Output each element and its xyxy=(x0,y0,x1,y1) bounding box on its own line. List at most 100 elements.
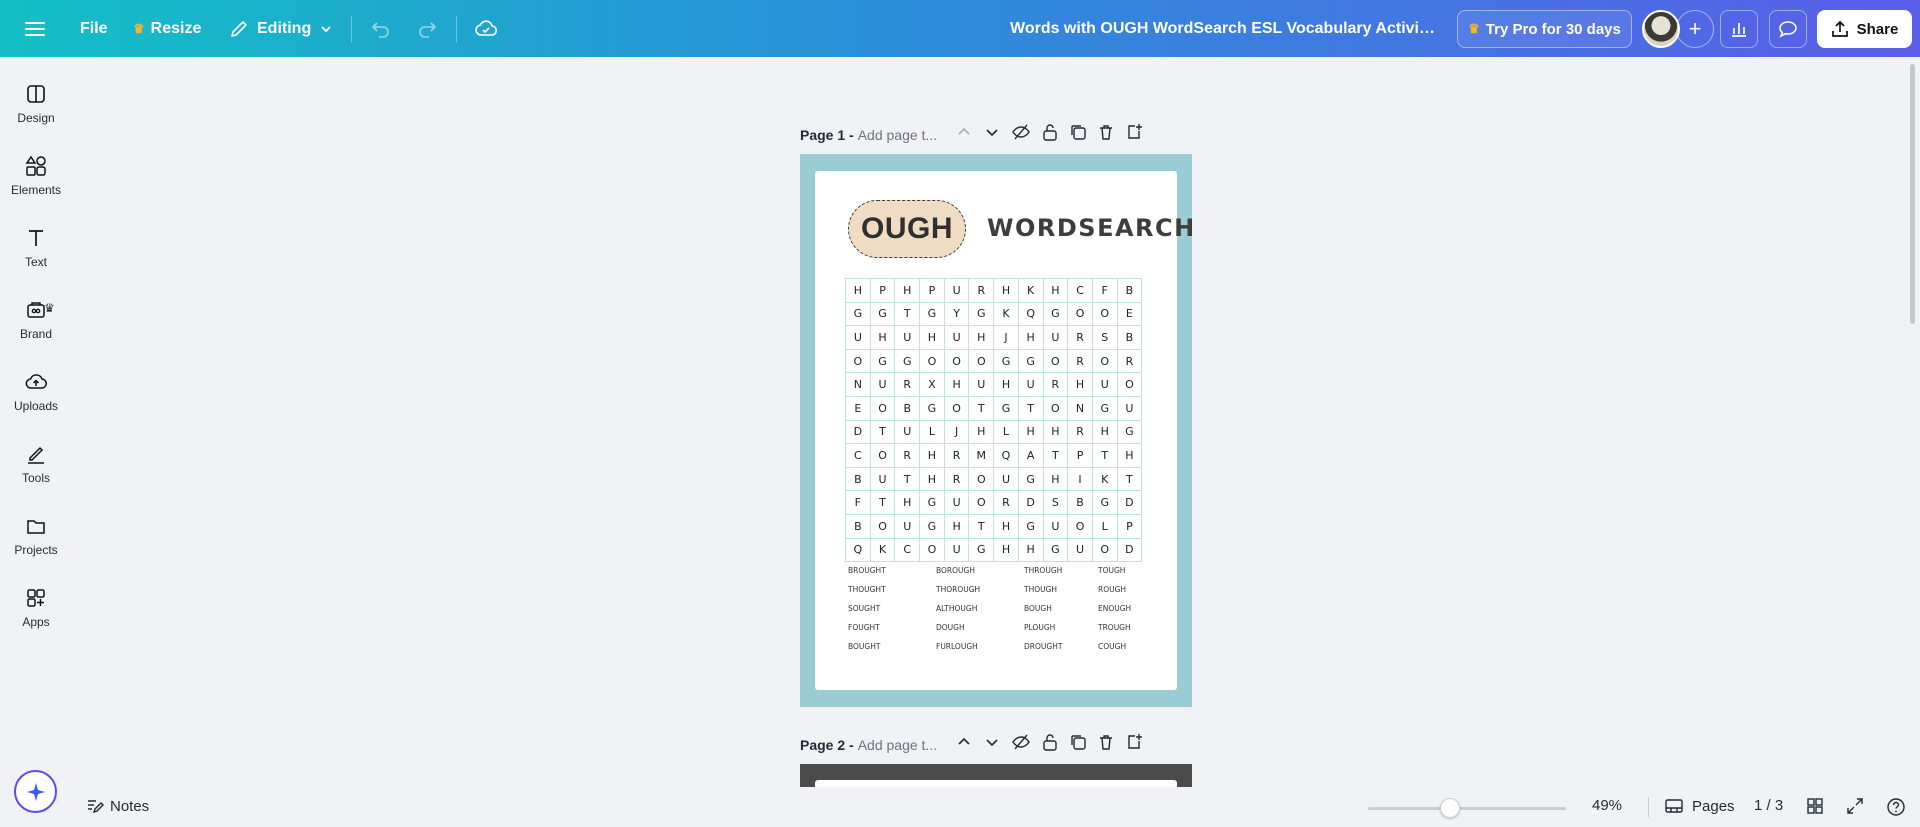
grid-letter: O xyxy=(845,348,871,374)
fullscreen-button[interactable] xyxy=(1846,797,1864,820)
sidebar-item-uploads[interactable]: Uploads xyxy=(0,367,72,427)
try-pro-button[interactable]: ♛ Try Pro for 30 days xyxy=(1457,10,1632,48)
grid-letter: F xyxy=(1091,278,1118,303)
grid-row: FTHGUORDSBGD xyxy=(845,490,1143,515)
add-page-icon[interactable] xyxy=(1125,733,1143,751)
sidebar-item-design[interactable]: Design xyxy=(0,79,72,139)
grid-letter: G xyxy=(1042,301,1069,327)
avatar[interactable] xyxy=(1642,10,1680,48)
sidebar-item-brand[interactable]: ♛ Brand xyxy=(0,295,72,355)
magic-assistant-button[interactable] xyxy=(14,770,57,813)
chevron-down-icon[interactable] xyxy=(983,733,1001,751)
bottom-bar-background xyxy=(72,787,1920,827)
share-button[interactable]: Share xyxy=(1817,10,1912,48)
unlock-icon[interactable] xyxy=(1041,123,1059,141)
invite-button[interactable]: + xyxy=(1676,10,1714,48)
file-menu[interactable]: File xyxy=(80,0,108,57)
grid-letter: G xyxy=(869,301,896,327)
expand-icon xyxy=(1847,798,1863,814)
resize-button[interactable]: ♛ Resize xyxy=(133,0,201,57)
grid-letter: I xyxy=(1067,466,1093,492)
grid-view-button[interactable] xyxy=(1806,797,1824,820)
grid-letter: U xyxy=(845,325,871,350)
sidebar-item-label: Uploads xyxy=(13,399,59,413)
pages-label: Pages xyxy=(1692,797,1735,815)
grid-letter: O xyxy=(1091,301,1118,327)
undo-button[interactable] xyxy=(370,0,392,57)
sidebar-item-tools[interactable]: Tools xyxy=(0,439,72,499)
grid-letter: U xyxy=(943,278,970,303)
page-number-label: Page 2 - xyxy=(800,737,854,753)
grid-letter: U xyxy=(1042,513,1069,539)
grid-letter: H xyxy=(919,466,945,492)
redo-button[interactable] xyxy=(416,0,438,57)
top-bar: File ♛ Resize Editing Words with OUGH Wo… xyxy=(0,0,1920,57)
grid-letter: X xyxy=(919,372,945,397)
grid-letter: O xyxy=(919,537,945,563)
grid-letter: H xyxy=(993,513,1019,539)
duplicate-icon[interactable] xyxy=(1069,123,1087,141)
chevron-up-icon[interactable] xyxy=(955,733,973,751)
zoom-level[interactable]: 49% xyxy=(1592,797,1622,814)
add-page-icon[interactable] xyxy=(1125,123,1143,141)
sidebar-item-label: Apps xyxy=(22,615,50,629)
sidebar-item-apps[interactable]: Apps xyxy=(0,583,72,643)
save-status-button[interactable] xyxy=(474,0,498,57)
help-button[interactable] xyxy=(1886,797,1906,822)
grid-letter: O xyxy=(1091,348,1118,374)
document-title[interactable]: Words with OUGH WordSearch ESL Vocabular… xyxy=(1010,0,1440,57)
grid-letter: D xyxy=(845,419,871,445)
editing-mode-dropdown[interactable]: Editing xyxy=(229,0,333,57)
trash-icon[interactable] xyxy=(1097,733,1115,751)
grid-letter: H xyxy=(968,325,995,350)
sidebar-item-text[interactable]: Text xyxy=(0,223,72,283)
page-title-input[interactable]: Add page t... xyxy=(858,127,948,143)
grid-letter: U xyxy=(1116,395,1143,421)
grid-letter: R xyxy=(993,490,1019,515)
notes-button[interactable]: Notes xyxy=(86,797,149,815)
grid-letter: L xyxy=(919,419,945,445)
page-title-input[interactable]: Add page t... xyxy=(858,737,948,753)
analytics-button[interactable] xyxy=(1720,10,1758,48)
grid-row: EOBGOTGTONGU xyxy=(845,395,1143,421)
wordsearch-grid[interactable]: HPHPURHKHCFBGGTGYGKQGOOEUHUHUHJHURSBOGGO… xyxy=(845,278,1143,563)
zoom-slider-track[interactable] xyxy=(1368,807,1566,810)
text-icon xyxy=(29,230,43,246)
worksheet-title[interactable]: WORDSEARCH xyxy=(987,214,1196,242)
pages-button[interactable]: Pages xyxy=(1664,797,1735,815)
vertical-scrollbar[interactable] xyxy=(1910,64,1915,324)
crown-icon: ♛ xyxy=(1468,21,1480,36)
grid-letter: O xyxy=(968,348,995,374)
sidebar-item-projects[interactable]: Projects xyxy=(0,511,72,571)
page-number-label: Page 1 - xyxy=(800,127,854,143)
chevron-down-icon[interactable] xyxy=(983,123,1001,141)
grid-letter: U xyxy=(968,372,995,397)
grid-letter: H xyxy=(1042,466,1069,492)
page-1-canvas[interactable]: OUGH WORDSEARCH HPHPURHKHCFBGGTGYGKQGOOE… xyxy=(800,154,1194,707)
page-counter[interactable]: 1 / 3 xyxy=(1754,797,1783,814)
grid-letter: G xyxy=(993,348,1019,374)
grid-letter: U xyxy=(894,419,921,445)
worksheet-paper[interactable]: OUGH WORDSEARCH HPHPURHKHCFBGGTGYGKQGOOE… xyxy=(815,171,1194,690)
word-list-item: PLOUGH xyxy=(1024,623,1056,632)
hide-icon[interactable] xyxy=(1011,733,1031,751)
menu-button[interactable] xyxy=(24,0,46,57)
sidebar-item-label: Brand xyxy=(19,327,53,341)
word-list-item: ENOUGH xyxy=(1098,604,1132,613)
ough-pill[interactable]: OUGH xyxy=(848,200,966,258)
duplicate-icon[interactable] xyxy=(1069,733,1087,751)
grid-letter: H xyxy=(943,513,970,539)
grid-letter: R xyxy=(1067,325,1093,350)
chevron-up-icon[interactable] xyxy=(955,123,973,141)
notes-label: Notes xyxy=(110,797,150,815)
zoom-slider-handle[interactable] xyxy=(1440,798,1460,818)
grid-row: BUTHROUGHIKT xyxy=(845,466,1143,492)
grid-letter: H xyxy=(869,325,896,350)
comments-button[interactable] xyxy=(1769,10,1807,48)
grid-letter: H xyxy=(919,443,945,468)
trash-icon[interactable] xyxy=(1097,123,1115,141)
grid-letter: D xyxy=(1017,490,1044,515)
hide-icon[interactable] xyxy=(1011,123,1031,141)
sidebar-item-elements[interactable]: Elements xyxy=(0,151,72,211)
unlock-icon[interactable] xyxy=(1041,733,1059,751)
